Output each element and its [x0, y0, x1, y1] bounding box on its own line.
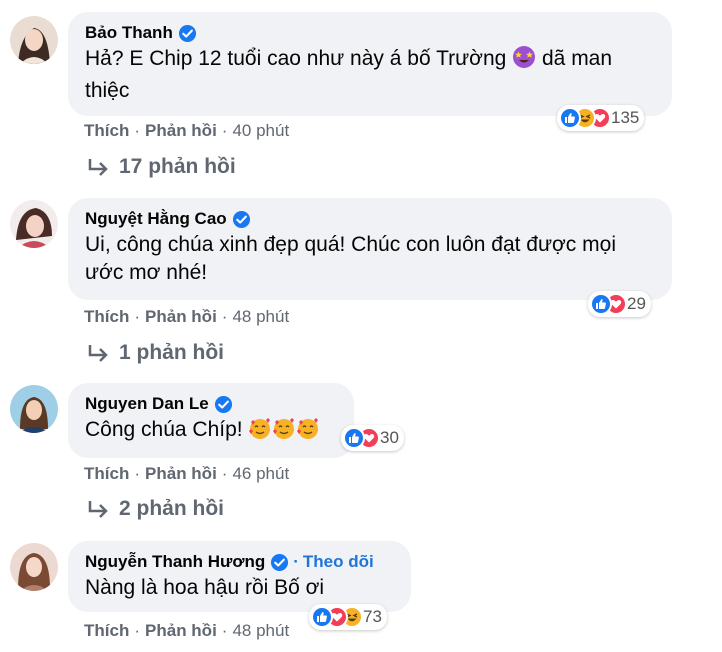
comment-actions: Thích · Phản hồi · 48 phút: [84, 307, 290, 327]
verified-badge-icon: [270, 553, 289, 572]
author-name[interactable]: Nguyen Dan Le: [85, 393, 209, 415]
like-reaction-icon: [559, 107, 581, 129]
reaction-count: 30: [380, 428, 399, 447]
comment-bubble: Bảo Thanh Hả? E Chip 12 tuổi cao như này…: [68, 12, 672, 116]
author-name[interactable]: Nguyệt Hằng Cao: [85, 208, 227, 230]
comment-bubble: Nguyễn Thanh Hương · Theo dõi Nàng là ho…: [68, 541, 411, 612]
like-reaction-icon: [590, 293, 612, 315]
like-reaction-icon: [343, 427, 365, 449]
star-struck-emoji: [512, 45, 536, 77]
reply-arrow-icon: [87, 499, 109, 519]
reply-arrow-icon: [87, 343, 109, 363]
avatar[interactable]: [10, 200, 58, 248]
verified-badge-icon: [232, 210, 251, 229]
avatar[interactable]: [10, 16, 58, 64]
reply-button[interactable]: Phản hồi: [145, 121, 217, 141]
reaction-summary[interactable]: 135: [557, 105, 645, 131]
comment-actions: Thích · Phản hồi · 40 phút: [84, 121, 290, 141]
author-name[interactable]: Nguyễn Thanh Hương: [85, 551, 265, 573]
follow-button[interactable]: Theo dõi: [303, 551, 374, 573]
reply-arrow-icon: [87, 157, 109, 177]
author-name[interactable]: Bảo Thanh: [85, 22, 173, 44]
comment-actions: Thích · Phản hồi · 48 phút: [84, 621, 290, 641]
view-replies-link[interactable]: 17 phản hồi: [87, 155, 236, 179]
reaction-summary[interactable]: 30: [341, 425, 404, 451]
comment-text: Nàng là hoa hậu rồi Bố ơi: [85, 576, 325, 599]
reply-button[interactable]: Phản hồi: [145, 464, 217, 484]
reply-button[interactable]: Phản hồi: [145, 621, 217, 641]
comment-actions: Thích · Phản hồi · 46 phút: [84, 464, 290, 484]
replies-count: 1 phản hồi: [119, 341, 224, 364]
comment-text: Ui, công chúa xinh đẹp quá! Chúc con luô…: [85, 233, 616, 284]
timestamp[interactable]: 48 phút: [232, 621, 289, 641]
like-button[interactable]: Thích: [84, 464, 129, 484]
view-replies-link[interactable]: 2 phản hồi: [87, 497, 224, 521]
comment-text: Công chúa Chíp!: [85, 416, 338, 448]
avatar[interactable]: [10, 543, 58, 591]
reply-button[interactable]: Phản hồi: [145, 307, 217, 327]
replies-count: 2 phản hồi: [119, 497, 224, 520]
smiling-hearts-emoji: [248, 416, 272, 448]
smiling-hearts-emoji: [272, 416, 296, 448]
smiling-hearts-emoji: [296, 416, 320, 448]
like-button[interactable]: Thích: [84, 621, 129, 641]
avatar[interactable]: [10, 385, 58, 433]
verified-badge-icon: [214, 395, 233, 414]
reaction-count: 73: [363, 607, 382, 626]
like-reaction-icon: [311, 606, 333, 628]
reaction-summary[interactable]: 29: [588, 291, 651, 317]
reaction-count: 135: [611, 108, 640, 127]
like-button[interactable]: Thích: [84, 307, 129, 327]
comment-bubble: Nguyệt Hằng Cao Ui, công chúa xinh đẹp q…: [68, 198, 672, 300]
timestamp[interactable]: 46 phút: [232, 464, 289, 484]
reaction-summary[interactable]: 73: [309, 604, 387, 630]
replies-count: 17 phản hồi: [119, 155, 236, 178]
view-replies-link[interactable]: 1 phản hồi: [87, 341, 224, 365]
timestamp[interactable]: 40 phút: [232, 121, 289, 141]
like-button[interactable]: Thích: [84, 121, 129, 141]
comment-bubble: Nguyen Dan Le Công chúa Chíp!: [68, 383, 354, 458]
timestamp[interactable]: 48 phút: [232, 307, 289, 327]
reaction-count: 29: [627, 294, 646, 313]
comment-text: Hả? E Chip 12 tuổi cao như này á bố Trườ…: [85, 45, 613, 102]
verified-badge-icon: [178, 24, 197, 43]
